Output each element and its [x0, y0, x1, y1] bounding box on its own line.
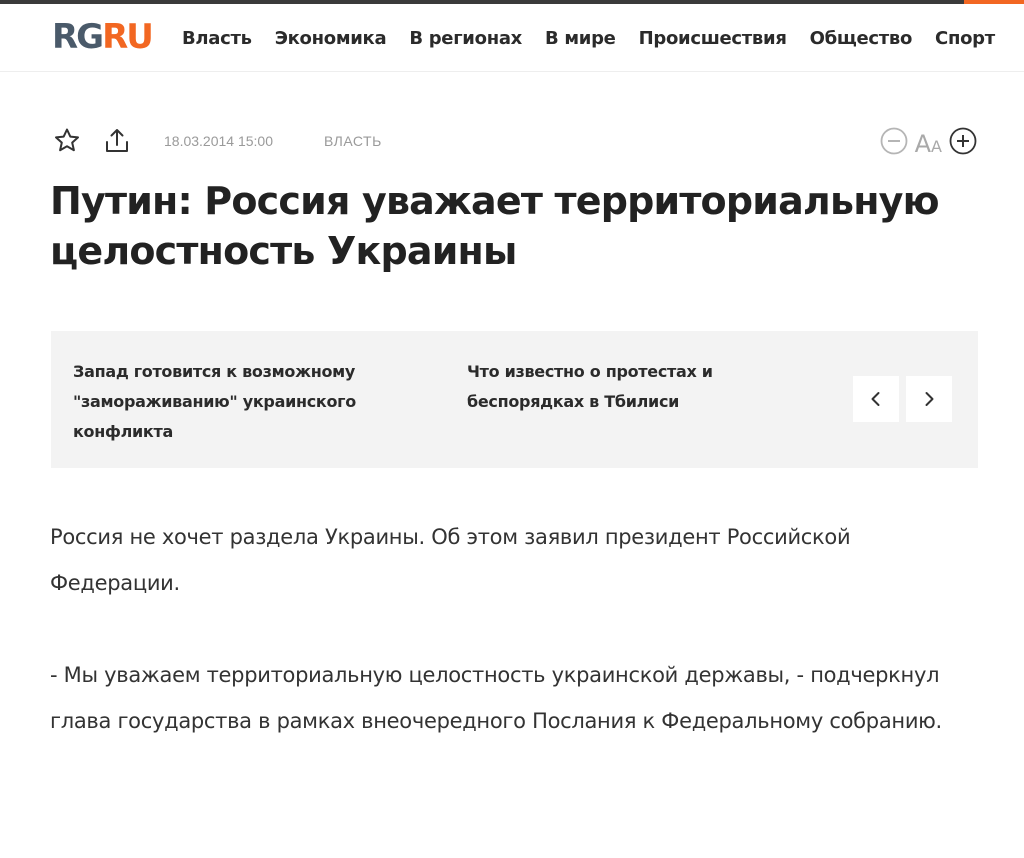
- article-title: Путин: Россия уважает территориальную це…: [50, 179, 940, 273]
- nav-item-world[interactable]: В мире: [545, 26, 616, 52]
- article-paragraph: - Мы уважаем территориальную целостность…: [50, 663, 942, 733]
- related-news-item[interactable]: Что известно о протестах и беспорядках в…: [467, 357, 797, 417]
- article-body: Россия не хочет раздела Украины. Об этом…: [50, 514, 980, 790]
- related-news-item[interactable]: Запад готовится к возможному "заморажива…: [73, 357, 403, 447]
- logo-rg: RG: [52, 17, 104, 57]
- site-header: RGRU Власть Экономика В регионах В мире …: [0, 4, 1024, 72]
- share-icon[interactable]: [102, 126, 132, 156]
- nav-item-vlast[interactable]: Власть: [182, 26, 252, 52]
- chevron-right-icon: [925, 392, 934, 406]
- star-icon[interactable]: [52, 126, 82, 156]
- font-size-label: AA: [914, 129, 942, 158]
- article-rubric[interactable]: Власть: [324, 133, 382, 149]
- article-paragraph: Россия не хочет раздела Украины. Об этом…: [50, 525, 851, 595]
- nav-item-society[interactable]: Общество: [810, 26, 913, 52]
- carousel-next-button[interactable]: [906, 376, 952, 422]
- logo-ru: RU: [102, 17, 154, 57]
- nav-item-regions[interactable]: В регионах: [409, 26, 522, 52]
- article-date: 18.03.2014 15:00: [164, 133, 273, 149]
- related-news-carousel: Запад готовится к возможному "заморажива…: [51, 331, 978, 468]
- main-nav: Власть Экономика В регионах В мире Проис…: [182, 26, 1018, 52]
- minus-circle-icon[interactable]: [879, 126, 909, 161]
- plus-circle-icon[interactable]: [948, 126, 978, 161]
- nav-item-sport[interactable]: Спорт: [935, 26, 995, 52]
- nav-item-incidents[interactable]: Происшествия: [639, 26, 787, 52]
- font-size-control: AA: [879, 126, 978, 161]
- nav-item-economy[interactable]: Экономика: [275, 26, 387, 52]
- carousel-prev-button[interactable]: [853, 376, 899, 422]
- chevron-left-icon: [871, 392, 880, 406]
- site-logo[interactable]: RGRU: [52, 17, 154, 57]
- article-toolbar: 18.03.2014 15:00 Власть AA: [52, 124, 978, 160]
